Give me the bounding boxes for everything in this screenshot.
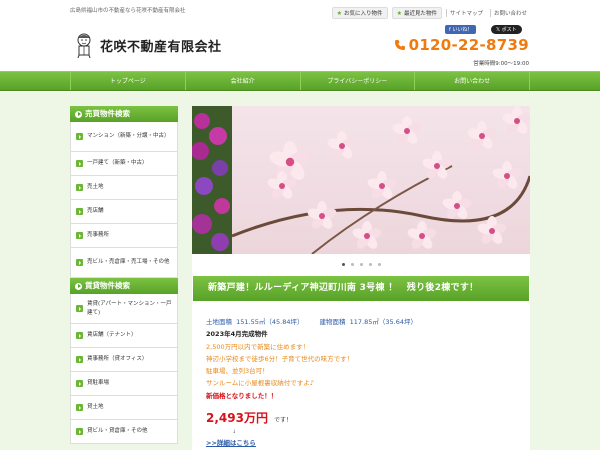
price-row: 2,493万円 です！ xyxy=(206,412,526,427)
nav-privacy[interactable]: プライバシーポリシー xyxy=(301,72,416,90)
sidebar-item-sale-store[interactable]: 売店舗 xyxy=(70,200,178,224)
contact-top-link[interactable]: お問い合わせ xyxy=(489,9,530,17)
slider-dot[interactable] xyxy=(377,263,381,266)
arrow-icon xyxy=(76,259,83,266)
sidebar-item-rent-office[interactable]: 賃事務所（貸オフィス） xyxy=(70,348,178,372)
price: 2,493万円 xyxy=(206,411,268,426)
arrow-icon xyxy=(76,184,83,191)
listing-title[interactable]: 新築戸建！ルルーディア神辺町川南 3号棟 ！ 残り後2棟です！ xyxy=(193,276,529,301)
arrow-circle-icon xyxy=(75,282,82,290)
recent-link[interactable]: ★ 最近見た物件 xyxy=(391,7,442,19)
image-slider[interactable] xyxy=(192,106,530,254)
sidebar-item-sale-house[interactable]: 一戸建て（新築・中古） xyxy=(70,152,178,176)
slider-dots xyxy=(192,263,530,266)
business-hours: 営業時間9:00～19:00 xyxy=(473,61,529,67)
nav-contact[interactable]: お問い合わせ xyxy=(415,72,530,90)
arrow-circle-icon xyxy=(75,110,82,118)
cherry-blossom-image xyxy=(192,106,530,254)
price-note: 新価格となりました！！ xyxy=(206,391,278,400)
sidebar-item-sale-building[interactable]: 売ビル・売倉庫・売工場・その他 xyxy=(70,248,178,278)
slider-dot[interactable] xyxy=(368,263,372,266)
listing-line: 駐車場、並列3台可！ xyxy=(206,367,269,376)
arrow-icon xyxy=(76,305,83,312)
star-icon: ★ xyxy=(336,9,343,17)
company-logo[interactable]: 花咲不動産有限会社 xyxy=(74,32,222,58)
sidebar-item-rent-building[interactable]: 貸ビル・貸倉庫・その他 xyxy=(70,420,178,444)
sidebar-item-sale-office[interactable]: 売事務所 xyxy=(70,224,178,248)
nav-top[interactable]: トップページ xyxy=(70,72,186,90)
favorites-link[interactable]: ★ お気に入り物件 xyxy=(331,7,388,19)
detail-link[interactable]: >>詳細はこちら xyxy=(206,437,526,449)
facebook-like-button[interactable]: f いいね！ xyxy=(445,25,477,34)
listing-line: 神辺小学校まで徒歩6分！子育て世代の味方です！ xyxy=(206,354,354,363)
listing-body: 土地面積 151.55㎡（45.84坪） 建物面積 117.85㎡（35.64坪）… xyxy=(206,316,526,450)
main-content: 新築戸建！ルルーディア神辺町川南 3号棟 ！ 残り後2棟です！ 土地面積 151… xyxy=(192,106,530,450)
completion-date: 2023年4月完成物件 xyxy=(206,330,268,339)
arrow-icon xyxy=(76,404,83,411)
sidebar-item-sale-mansion[interactable]: マンション（新築・分譲・中古） xyxy=(70,122,178,152)
nav-company[interactable]: 会社紹介 xyxy=(186,72,301,90)
rent-search-heading: 賃貸物件検索 xyxy=(70,278,178,294)
phone-number[interactable]: 0120-22-8739 xyxy=(394,36,529,54)
sidebar-item-sale-land[interactable]: 売土地 xyxy=(70,176,178,200)
company-name: 花咲不動産有限会社 xyxy=(100,39,222,55)
mascot-icon xyxy=(77,33,91,58)
arrow-icon xyxy=(76,428,83,435)
arrow-icon xyxy=(76,380,83,387)
arrow-icon xyxy=(76,332,83,339)
top-links: ★ お気に入り物件 ★ 最近見た物件 サイトマップ お問い合わせ xyxy=(331,7,530,19)
listing-line: 2,500万円以内で新築に住めます！ xyxy=(206,342,310,351)
sitemap-link[interactable]: サイトマップ xyxy=(445,9,486,17)
main-nav: トップページ 会社紹介 プライバシーポリシー お問い合わせ xyxy=(0,71,600,91)
sidebar-item-rent-residential[interactable]: 賃貸(アパート・マンション・一戸建て) xyxy=(70,294,178,324)
sidebar-item-rent-store[interactable]: 賃店舗（テナント） xyxy=(70,324,178,348)
arrow-icon xyxy=(76,356,83,363)
sidebar-item-rent-land[interactable]: 貸土地 xyxy=(70,396,178,420)
slider-dot[interactable] xyxy=(341,263,345,266)
sale-search-heading: 売買物件検索 xyxy=(70,106,178,122)
arrow-icon xyxy=(76,160,83,167)
tagline: 広島県福山市の不動産なら花咲不動産有限会社 xyxy=(70,8,186,14)
down-arrow-icon: ↓ xyxy=(232,429,237,436)
phone-icon xyxy=(394,40,405,50)
slider-dot[interactable] xyxy=(350,263,354,266)
arrow-icon xyxy=(76,133,83,140)
x-post-button[interactable]: 𝕏 ポスト xyxy=(491,25,522,34)
listing-line: サンルームに小屋根裏収納付ですよ♪ xyxy=(206,379,314,388)
star-icon: ★ xyxy=(396,9,402,17)
arrow-icon xyxy=(76,208,83,215)
sidebar: 売買物件検索 マンション（新築・分譲・中古） 一戸建て（新築・中古） 売土地 売… xyxy=(70,106,178,444)
area-spec: 土地面積 151.55㎡（45.84坪） 建物面積 117.85㎡（35.64坪） xyxy=(206,318,417,326)
slider-dot[interactable] xyxy=(359,263,363,266)
arrow-icon xyxy=(76,232,83,239)
price-suffix: です！ xyxy=(273,417,292,425)
sidebar-item-rent-parking[interactable]: 貸駐車場 xyxy=(70,372,178,396)
